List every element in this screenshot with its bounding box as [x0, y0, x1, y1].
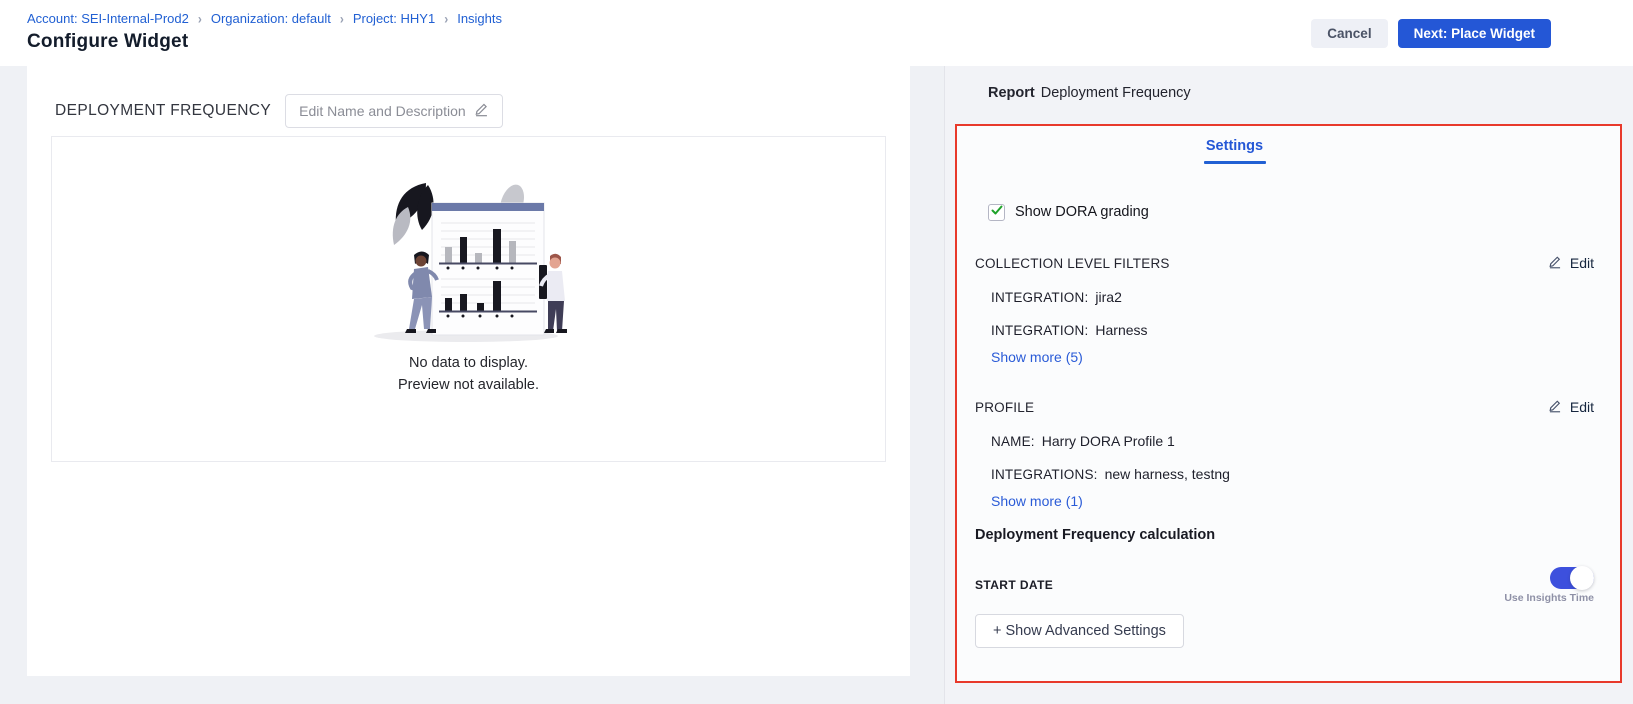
filter-item-label: INTEGRATION:	[991, 290, 1088, 305]
profile-item-label: INTEGRATIONS:	[991, 467, 1098, 482]
profile-edit-button[interactable]: Edit	[1548, 399, 1594, 416]
pencil-icon	[1548, 255, 1562, 272]
dora-grading-checkbox[interactable]	[988, 204, 1005, 221]
breadcrumb-organization-link[interactable]: Organization: default	[211, 11, 331, 26]
tab-settings[interactable]: Settings	[1204, 138, 1266, 164]
tab-settings-label: Settings	[1206, 138, 1263, 154]
pencil-icon	[474, 102, 489, 120]
calculation-section-title: Deployment Frequency calculation	[975, 527, 1594, 543]
no-data-illustration	[344, 173, 594, 348]
breadcrumb-insights-link[interactable]: Insights	[457, 11, 502, 26]
empty-state-line2: Preview not available.	[398, 374, 539, 396]
empty-state-line1: No data to display.	[398, 352, 539, 374]
collection-filters-edit-button[interactable]: Edit	[1548, 255, 1594, 272]
widget-preview-empty-state: No data to display. Preview not availabl…	[51, 136, 886, 462]
breadcrumb-project-link[interactable]: Project: HHY1	[353, 11, 435, 26]
checkmark-icon	[991, 203, 1003, 221]
settings-tabbar: Settings	[975, 138, 1494, 164]
show-advanced-settings-button[interactable]: + Show Advanced Settings	[975, 614, 1184, 648]
start-date-label: START DATE	[975, 578, 1053, 592]
breadcrumb: Account: SEI-Internal-Prod2 › Organizati…	[27, 11, 502, 26]
settings-highlight-box: Settings Show DORA grading COLLECTION LE…	[955, 124, 1622, 683]
show-dora-grading-row[interactable]: Show DORA grading	[988, 204, 1594, 221]
toggle-knob	[1570, 566, 1594, 590]
profile-show-more-link[interactable]: Show more (1)	[991, 493, 1594, 509]
report-name: Deployment Frequency	[1041, 85, 1191, 101]
use-insights-time-label: Use Insights Time	[1504, 592, 1594, 604]
header-actions: Cancel Next: Place Widget	[1311, 19, 1551, 48]
profile-item-value: Harry DORA Profile 1	[1042, 433, 1175, 449]
profile-item: NAME: Harry DORA Profile 1	[991, 433, 1594, 449]
profile-section-header: PROFILE Edit	[975, 399, 1594, 416]
cancel-button[interactable]: Cancel	[1311, 19, 1387, 48]
insights-time-toggle-group: Use Insights Time	[1504, 567, 1594, 604]
tab-active-indicator	[1204, 161, 1266, 164]
report-label: Report	[988, 85, 1035, 101]
filter-item: INTEGRATION: Harness	[991, 322, 1594, 338]
next-place-widget-button[interactable]: Next: Place Widget	[1398, 19, 1551, 48]
edit-name-description-button[interactable]: Edit Name and Description	[285, 94, 503, 128]
profile-item-value: new harness, testng	[1105, 466, 1230, 482]
pencil-icon	[1548, 399, 1562, 416]
chevron-right-icon: ›	[198, 10, 202, 26]
profile-item-label: NAME:	[991, 434, 1035, 449]
use-insights-time-toggle[interactable]	[1550, 567, 1594, 589]
chevron-right-icon: ›	[444, 10, 448, 26]
breadcrumb-account-link[interactable]: Account: SEI-Internal-Prod2	[27, 11, 189, 26]
chevron-right-icon: ›	[340, 10, 344, 26]
collection-filters-section-header: COLLECTION LEVEL FILTERS Edit	[975, 255, 1594, 272]
collection-filters-edit-label: Edit	[1570, 255, 1594, 271]
filter-item: INTEGRATION: jira2	[991, 289, 1594, 305]
widget-settings-panel: Report Deployment Frequency Settings Show…	[944, 66, 1633, 704]
page-header: Account: SEI-Internal-Prod2 › Organizati…	[0, 0, 1633, 66]
edit-name-description-label: Edit Name and Description	[299, 103, 466, 119]
filter-item-value: Harness	[1095, 322, 1147, 338]
profile-title: PROFILE	[975, 400, 1034, 415]
widget-preview-header: DEPLOYMENT FREQUENCY Edit Name and Descr…	[55, 94, 503, 128]
page-title: Configure Widget	[27, 31, 188, 53]
collection-filters-show-more-link[interactable]: Show more (5)	[991, 349, 1594, 365]
widget-preview-card: DEPLOYMENT FREQUENCY Edit Name and Descr…	[27, 66, 910, 676]
filter-item-value: jira2	[1095, 289, 1121, 305]
start-date-row: START DATE Use Insights Time	[975, 567, 1594, 604]
widget-name-title: DEPLOYMENT FREQUENCY	[55, 102, 271, 120]
dora-grading-label: Show DORA grading	[1015, 204, 1149, 220]
profile-edit-label: Edit	[1570, 399, 1594, 415]
report-header: Report Deployment Frequency	[945, 66, 1633, 101]
collection-filters-title: COLLECTION LEVEL FILTERS	[975, 256, 1170, 271]
profile-item: INTEGRATIONS: new harness, testng	[991, 466, 1594, 482]
filter-item-label: INTEGRATION:	[991, 323, 1088, 338]
